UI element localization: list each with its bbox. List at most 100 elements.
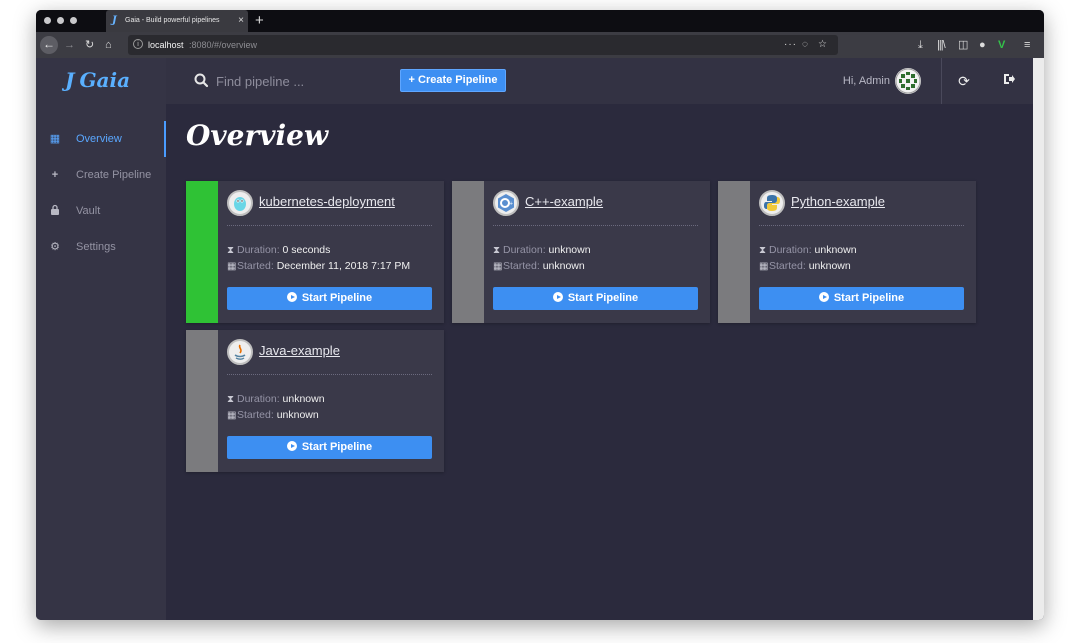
menu-icon[interactable]: ≡ <box>1024 37 1030 53</box>
top-bar: + Create Pipeline Hi, Admin ⟳ <box>166 58 1036 104</box>
topbar-divider <box>941 58 942 104</box>
browser-tab-bar: J Gaia - Build powerful pipelines × + <box>36 10 1044 32</box>
duration-row: ⧗ Duration: unknown <box>493 244 591 257</box>
page-actions-icon[interactable]: ··· <box>784 35 797 55</box>
main-content: Overview kubernetes-deployment ⧗ Duration… <box>166 104 1033 620</box>
start-pipeline-button[interactable]: Start Pipeline <box>227 436 432 459</box>
started-row: ▦Started: unknown <box>227 409 319 422</box>
duration-value: unknown <box>814 244 857 256</box>
sidebar-item-label: Settings <box>76 241 116 253</box>
sidebar-item-create-pipeline[interactable]: + Create Pipeline <box>36 157 166 193</box>
duration-label: Duration: <box>769 244 812 256</box>
info-icon[interactable]: i <box>133 39 143 49</box>
gaia-favicon-icon: J <box>112 15 117 26</box>
search-input[interactable] <box>216 70 376 92</box>
sign-out-icon[interactable] <box>1000 72 1018 90</box>
maximize-window-dot[interactable] <box>70 17 77 24</box>
back-icon[interactable]: ← <box>40 36 58 54</box>
sidebar-item-label: Overview <box>76 133 122 145</box>
calendar-icon: ▦ <box>493 261 503 272</box>
duration-label: Duration: <box>237 244 280 256</box>
browser-tab[interactable]: J Gaia - Build powerful pipelines × <box>106 10 248 32</box>
url-path: :8080/#/overview <box>189 40 258 50</box>
sidebar-item-label: Create Pipeline <box>76 169 152 181</box>
hourglass-icon: ⧗ <box>227 245 235 256</box>
hourglass-icon: ⧗ <box>493 245 501 256</box>
pipeline-card: kubernetes-deployment ⧗ Duration: 0 secon… <box>186 181 444 323</box>
minimize-window-dot[interactable] <box>57 17 64 24</box>
cpp-icon: + <box>493 190 519 216</box>
play-icon <box>818 292 829 302</box>
library-icon[interactable]: |||\ <box>937 37 946 53</box>
started-row: ▦Started: unknown <box>759 260 851 273</box>
started-label: Started: <box>503 260 540 272</box>
pipeline-card: Java-example ⧗ Duration: unknown ▦Started… <box>186 330 444 472</box>
close-tab-icon[interactable]: × <box>238 10 244 32</box>
pipeline-name-link[interactable]: C++-example <box>525 194 603 210</box>
sidebar-item-vault[interactable]: Vault <box>36 193 166 229</box>
search-icon[interactable] <box>192 71 212 91</box>
pipeline-card: Python-example ⧗ Duration: unknown ▦Start… <box>718 181 976 323</box>
divider <box>227 374 432 375</box>
sidebar-toggle-icon[interactable]: ◫ <box>958 37 968 53</box>
lock-icon <box>49 204 61 219</box>
svg-text:+: + <box>509 201 513 207</box>
browser-window: J Gaia - Build powerful pipelines × + ← … <box>36 10 1044 620</box>
status-stripe <box>186 330 218 472</box>
avatar[interactable] <box>895 68 921 94</box>
forward-icon[interactable]: → <box>64 37 75 53</box>
gaia-logo-text: Gaia <box>79 68 131 92</box>
plus-icon: + <box>408 74 418 86</box>
pipeline-name-link[interactable]: Python-example <box>791 194 885 210</box>
calendar-icon: ▦ <box>227 261 237 272</box>
hourglass-icon: ⧗ <box>227 394 235 405</box>
pipeline-card: + C++-example ⧗ Duration: unknown ▦Starte… <box>452 181 710 323</box>
play-icon <box>552 292 563 302</box>
sidebar-item-settings[interactable]: ⚙ Settings <box>36 229 166 265</box>
start-pipeline-button[interactable]: Start Pipeline <box>759 287 964 310</box>
started-value: unknown <box>276 409 319 421</box>
start-pipeline-button[interactable]: Start Pipeline <box>227 287 432 310</box>
start-pipeline-label: Start Pipeline <box>301 292 373 304</box>
kubernetes-gopher-icon <box>227 190 253 216</box>
started-label: Started: <box>237 260 274 272</box>
create-pipeline-button[interactable]: + Create Pipeline <box>400 69 506 92</box>
close-window-dot[interactable] <box>44 17 51 24</box>
scrollbar[interactable] <box>1033 58 1044 620</box>
java-icon <box>227 339 253 365</box>
gaia-logo-icon: J <box>65 68 75 92</box>
vue-devtools-icon[interactable]: V <box>998 37 1005 53</box>
divider <box>759 225 964 226</box>
started-value: December 11, 2018 7:17 PM <box>276 260 411 272</box>
start-pipeline-label: Start Pipeline <box>567 292 639 304</box>
calendar-icon: ▦ <box>759 261 769 272</box>
gears-icon: ⚙ <box>50 241 60 253</box>
tab-title: Gaia - Build powerful pipelines <box>125 17 220 24</box>
sidebar-item-overview[interactable]: ▦ Overview <box>36 121 166 157</box>
duration-label: Duration: <box>237 393 280 405</box>
pipeline-name-link[interactable]: Java-example <box>259 343 340 359</box>
duration-row: ⧗ Duration: unknown <box>759 244 857 257</box>
refresh-icon[interactable]: ⟳ <box>955 72 973 90</box>
url-host: localhost <box>148 40 184 50</box>
page-title: Overview <box>186 119 329 152</box>
pocket-icon[interactable]: ◌ <box>802 35 808 55</box>
download-icon[interactable]: ⤓ <box>918 37 923 53</box>
reload-icon[interactable]: ↻ <box>85 37 94 53</box>
duration-label: Duration: <box>503 244 546 256</box>
duration-row: ⧗ Duration: unknown <box>227 393 325 406</box>
sidebar-item-label: Vault <box>76 205 101 217</box>
status-stripe <box>718 181 750 323</box>
new-tab-icon[interactable]: + <box>255 10 264 31</box>
gaia-logo[interactable]: J Gaia <box>65 66 130 94</box>
grid-icon: ▦ <box>49 133 61 145</box>
start-pipeline-label: Start Pipeline <box>833 292 905 304</box>
bookmark-star-icon[interactable]: ☆ <box>818 35 827 55</box>
start-pipeline-button[interactable]: Start Pipeline <box>493 287 698 310</box>
started-row: ▦Started: unknown <box>493 260 585 273</box>
home-icon[interactable]: ⌂ <box>105 37 112 53</box>
url-bar[interactable]: i localhost :8080/#/overview ··· ◌ ☆ <box>128 35 838 55</box>
pipeline-name-link[interactable]: kubernetes-deployment <box>259 194 395 210</box>
duration-row: ⧗ Duration: 0 seconds <box>227 244 330 257</box>
extension-icon[interactable]: ● <box>979 37 986 53</box>
